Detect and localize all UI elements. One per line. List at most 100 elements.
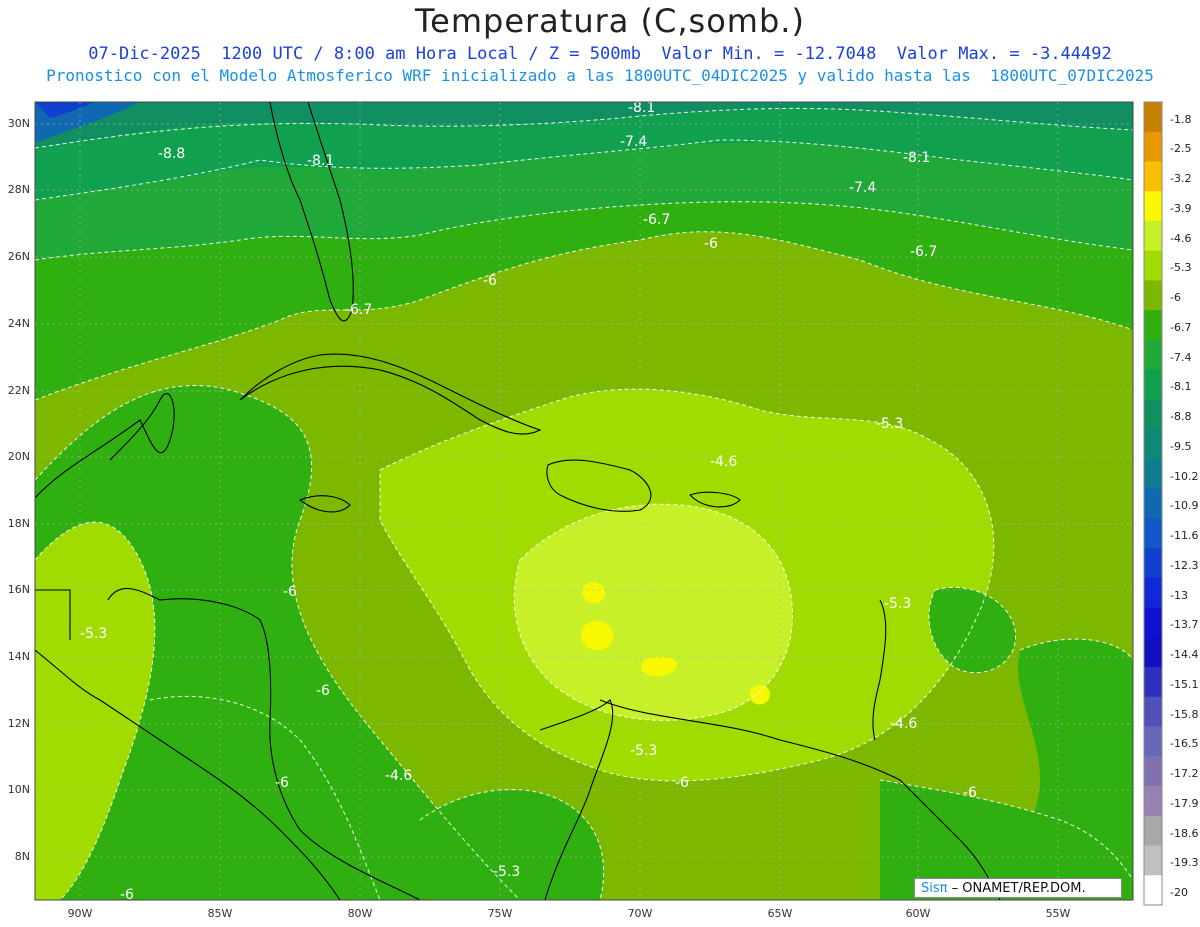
colorbar-label: -15.1 xyxy=(1170,677,1199,691)
lat-label: 14N xyxy=(7,650,30,663)
colorbar-swatch xyxy=(1144,548,1162,579)
colorbar-swatch xyxy=(1144,310,1162,341)
lon-label: 80W xyxy=(347,907,373,920)
colorbar-swatch xyxy=(1144,756,1162,787)
colorbar-swatch xyxy=(1144,131,1162,162)
colorbar-label: -13.7 xyxy=(1170,618,1199,632)
colorbar-label: -1.8 xyxy=(1170,112,1192,126)
colorbar-swatch xyxy=(1144,399,1162,430)
lon-label: 75W xyxy=(487,907,513,920)
colorbar-swatch xyxy=(1144,280,1162,311)
colorbar-label: -10.2 xyxy=(1170,469,1199,483)
colorbar-label: -7.4 xyxy=(1170,350,1192,364)
colorbar-label: -18.6 xyxy=(1170,826,1199,840)
temperature-map: -8.1 -7.4 -8.8 -8.1 -8.1 -7.4 -6.7 -6 -6… xyxy=(34,100,1163,906)
lat-label: 16N xyxy=(7,583,30,596)
colorbar-swatch xyxy=(1144,458,1162,490)
colorbar-label: -5.3 xyxy=(1170,261,1192,275)
colorbar-label: -12.3 xyxy=(1170,558,1199,572)
colorbar-swatch xyxy=(1144,815,1162,847)
colorbar-label: -16.5 xyxy=(1170,737,1199,751)
lon-label: 60W xyxy=(905,907,931,920)
contour-label: -6.7 xyxy=(643,212,670,228)
org-credit: – ONAMET/REP.DOM. xyxy=(951,881,1086,896)
lon-label: 55W xyxy=(1045,907,1071,920)
contour-label: -5.3 xyxy=(876,416,903,432)
contour-label: -5.3 xyxy=(493,864,520,880)
credits-logo: Sisπ – ONAMET/REP.DOM. xyxy=(914,878,1122,898)
colorbar-swatch xyxy=(1144,696,1162,728)
colorbar-label: -17.9 xyxy=(1170,796,1199,810)
colorbar-swatch xyxy=(1144,191,1162,222)
colorbar-swatch xyxy=(1144,875,1162,906)
contour-label: -5.3 xyxy=(630,743,657,759)
contour-label: -6 xyxy=(675,775,689,791)
colorbar-swatch xyxy=(1144,220,1162,252)
colorbar-label: -2.5 xyxy=(1170,142,1192,156)
contour-label: -6.7 xyxy=(345,302,372,318)
colorbar-label: -8.8 xyxy=(1170,410,1192,424)
colorbar-label: -20 xyxy=(1170,886,1188,899)
contour-label: -4.6 xyxy=(710,454,737,470)
colorbar-label: -19.3 xyxy=(1170,856,1199,870)
colorbar-swatch xyxy=(1144,250,1162,281)
lat-label: 8N xyxy=(14,850,30,863)
contour-label: -4.6 xyxy=(385,768,412,784)
colorbar-swatch xyxy=(1144,577,1162,609)
colorbar-swatch xyxy=(1144,488,1162,519)
contour-label: -6 xyxy=(275,775,289,791)
colorbar-label: -17.2 xyxy=(1170,767,1199,781)
lat-label: 28N xyxy=(7,183,30,196)
colorbar-swatch xyxy=(1144,845,1162,876)
contour-label: -5.3 xyxy=(80,626,107,642)
shaded-fields xyxy=(35,102,1133,900)
colorbar-swatch xyxy=(1144,518,1162,549)
colorbar-label: -10.9 xyxy=(1170,499,1199,513)
lat-label: 26N xyxy=(7,250,30,263)
colorbar-swatch xyxy=(1144,607,1162,638)
sis-logo-text: Sisπ xyxy=(921,881,948,896)
contour-label: -6 xyxy=(120,887,134,903)
colorbar-swatch xyxy=(1144,369,1162,400)
contour-label: -8.1 xyxy=(307,153,334,169)
contour-label: -4.6 xyxy=(890,716,917,732)
contour-label: -6 xyxy=(283,584,297,600)
lat-label: 22N xyxy=(7,384,30,397)
contour-label: -8.8 xyxy=(158,146,185,162)
colorbar-swatch xyxy=(1144,429,1162,460)
colorbar-swatch xyxy=(1144,339,1162,371)
lon-label: 70W xyxy=(627,907,653,920)
colorbar-label: -13 xyxy=(1170,588,1188,602)
colorbar-label: -14.4 xyxy=(1170,648,1199,662)
contour-label: -5.3 xyxy=(884,596,911,612)
colorbar-label: -9.5 xyxy=(1170,439,1192,453)
contour-label: -6.7 xyxy=(910,244,937,260)
colorbar-label: -15.8 xyxy=(1170,707,1199,721)
contour-label: -7.4 xyxy=(620,134,647,150)
colorbar-swatch xyxy=(1144,102,1162,133)
lat-label: 18N xyxy=(7,517,30,530)
lon-label: 85W xyxy=(207,907,233,920)
lon-label: 90W xyxy=(67,907,93,920)
colorbar-label: -6.7 xyxy=(1170,320,1192,334)
contour-label: -6 xyxy=(483,273,497,289)
lon-label: 65W xyxy=(767,907,793,920)
colorbar-swatch xyxy=(1144,667,1162,698)
colorbar-swatch xyxy=(1144,726,1162,757)
colorbar-label: -6 xyxy=(1170,291,1181,305)
colorbar-swatch xyxy=(1144,637,1162,668)
colorbar xyxy=(1143,101,1163,906)
contour-label: -6 xyxy=(316,683,330,699)
lat-label: 30N xyxy=(7,117,30,130)
colorbar-label: -11.6 xyxy=(1170,529,1199,543)
contour-label: -6 xyxy=(704,236,718,252)
contour-label: -6 xyxy=(963,785,977,801)
colorbar-label: -8.1 xyxy=(1170,380,1192,394)
lat-label: 10N xyxy=(7,783,30,796)
colorbar-label: -3.2 xyxy=(1170,172,1192,186)
lat-label: 20N xyxy=(7,450,30,463)
contour-label: -7.4 xyxy=(849,180,876,196)
colorbar-label: -3.9 xyxy=(1170,201,1192,215)
colorbar-label: -4.6 xyxy=(1170,231,1192,245)
colorbar-swatch xyxy=(1144,786,1162,817)
